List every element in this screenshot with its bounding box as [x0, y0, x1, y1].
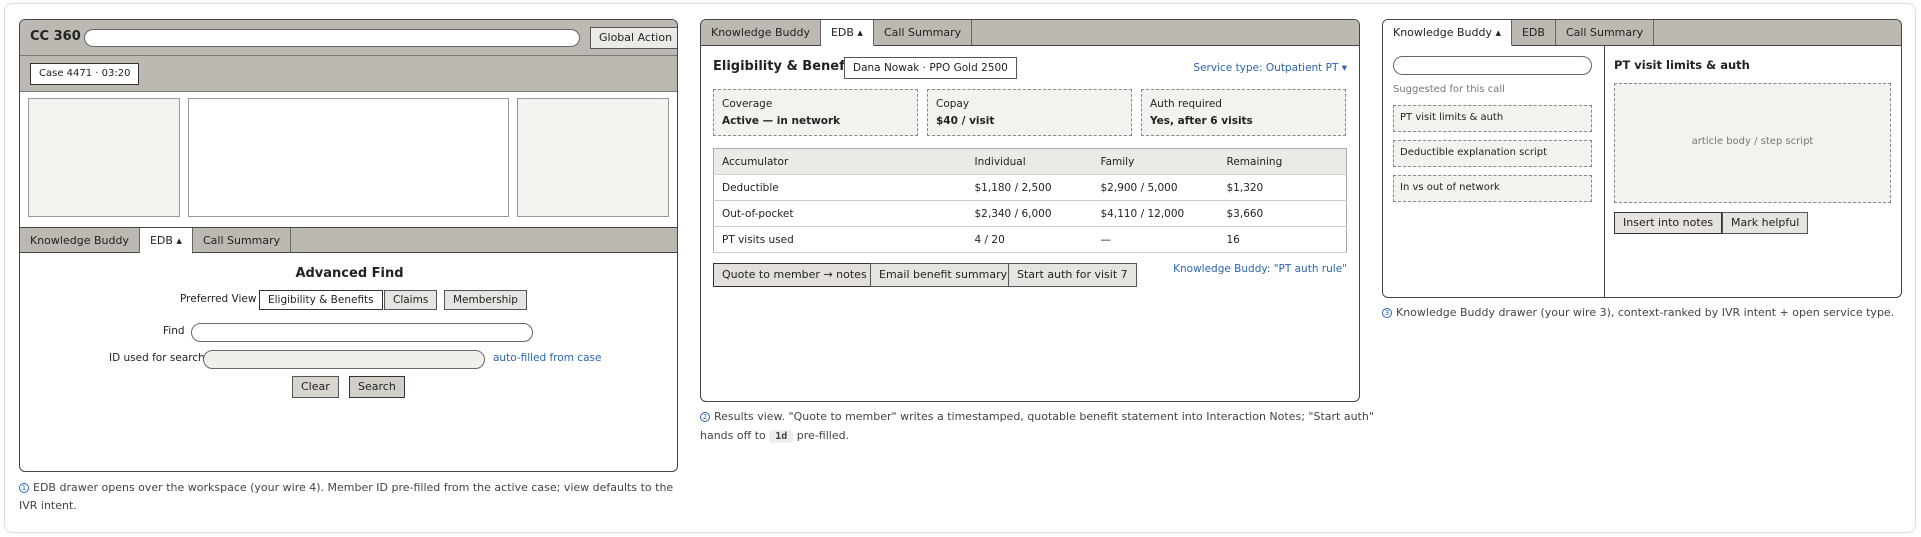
copay-value: $40 / visit [936, 115, 995, 127]
service-type-dropdown[interactable]: Service type: Outpatient PT ▾ [1193, 62, 1347, 74]
drawer-tab-bar: Knowledge Buddy ▴ EDB Call Summary [1383, 20, 1901, 46]
column-header: Family [1092, 148, 1219, 175]
case-badge[interactable]: Case 4471 · 03:20 [30, 63, 140, 85]
tab-edb[interactable]: EDB [1512, 20, 1556, 45]
insert-into-notes-button[interactable]: Insert into notes [1614, 212, 1723, 234]
start-auth-button[interactable]: Start auth for visit 7 [1008, 263, 1137, 287]
suggestion-label: Deductible explanation script [1400, 147, 1548, 158]
table-cell: — [1092, 226, 1219, 253]
article-body-text: article body / step script [1691, 136, 1814, 147]
table-cell: $1,180 / 2,500 [966, 174, 1093, 201]
tab-call-summary[interactable]: Call Summary [1556, 20, 1655, 45]
kb-divider [1604, 46, 1605, 297]
step-number-icon: 1 [19, 483, 29, 493]
quote-to-member-button[interactable]: Quote to member → notes [713, 263, 876, 287]
caption-2: 2 Results view. "Quote to member" writes … [700, 408, 1374, 446]
coverage-value: Active — in network [722, 115, 841, 127]
copay-card: Copay $40 / visit [927, 89, 1132, 136]
step-number-icon: 3 [1382, 308, 1392, 318]
suggested-label: Suggested for this call [1393, 84, 1505, 95]
search-button[interactable]: Search [349, 376, 405, 398]
email-benefit-summary-button[interactable]: Email benefit summary [870, 263, 1017, 287]
edb-results-wireframe: Knowledge Buddy EDB ▴ Call Summary Eligi… [700, 19, 1360, 402]
table-cell: $1,320 [1218, 174, 1347, 201]
kb-search-input[interactable] [1393, 56, 1592, 75]
article-body-placeholder: article body / step script [1614, 83, 1891, 203]
accumulator-table: Accumulator Individual Family Remaining … [713, 148, 1347, 253]
table-cell: $3,660 [1218, 200, 1347, 227]
preferred-view-label: Preferred View [180, 293, 257, 305]
table-cell: $2,340 / 6,000 [966, 200, 1093, 227]
caption-2-line-2b: pre-filled. [796, 429, 850, 442]
eligibility-title: Eligibility & Benefits [713, 59, 863, 74]
find-label: Find [163, 325, 185, 337]
table-cell: Deductible [713, 174, 967, 201]
tab-call-summary[interactable]: Call Summary [193, 228, 292, 253]
workspace-right-pane [517, 98, 669, 217]
column-header: Remaining [1218, 148, 1347, 175]
tab-edb[interactable]: EDB ▴ [820, 20, 874, 46]
column-header: Individual [966, 148, 1093, 175]
app-title: CC 360 [30, 29, 81, 44]
global-search-input[interactable] [84, 29, 580, 47]
table-cell: PT visits used [713, 226, 967, 253]
tab-knowledge-buddy[interactable]: Knowledge Buddy ▴ [1383, 20, 1512, 46]
tab-knowledge-buddy[interactable]: Knowledge Buddy [20, 228, 140, 253]
autofill-note: auto-filled from case [493, 352, 602, 364]
step-number-icon: 2 [700, 412, 710, 422]
table-row: PT visits used 4 / 20 — 16 [713, 226, 1347, 253]
suggestion-item[interactable]: In vs out of network [1393, 175, 1592, 202]
auth-required-value: Yes, after 6 visits [1150, 115, 1253, 127]
caption-1-text: EDB drawer opens over the workspace (you… [19, 481, 674, 512]
caption-3-text: Knowledge Buddy drawer (your wire 3), co… [1396, 306, 1895, 319]
table-cell: Out-of-pocket [713, 200, 967, 227]
clear-button[interactable]: Clear [292, 376, 339, 398]
drawer-tab-bar: Knowledge Buddy EDB ▴ Call Summary [701, 20, 1359, 46]
find-input[interactable] [191, 323, 533, 342]
handoff-code: 1d [769, 430, 794, 443]
tab-knowledge-buddy[interactable]: Knowledge Buddy [701, 20, 821, 45]
member-badge[interactable]: Dana Nowak · PPO Gold 2500 [844, 57, 1017, 79]
suggestion-label: PT visit limits & auth [1400, 112, 1504, 123]
table-cell: 4 / 20 [966, 226, 1093, 253]
global-action-button[interactable]: Global Action [590, 27, 677, 49]
view-claims-button[interactable]: Claims [384, 290, 438, 310]
table-header-row: Accumulator Individual Family Remaining [713, 148, 1347, 175]
tab-edb[interactable]: EDB ▴ [139, 228, 193, 254]
column-header: Accumulator [713, 148, 967, 175]
suggestion-label: In vs out of network [1400, 182, 1500, 193]
view-eligibility-button[interactable]: Eligibility & Benefits [259, 290, 383, 310]
auth-required-card: Auth required Yes, after 6 visits [1141, 89, 1346, 136]
table-row: Out-of-pocket $2,340 / 6,000 $4,110 / 12… [713, 200, 1347, 227]
caption-2-line-2a: hands off to [700, 429, 766, 442]
caption-1: 1 EDB drawer opens over the workspace (yo… [19, 479, 679, 515]
suggestion-item[interactable]: Deductible explanation script [1393, 140, 1592, 167]
tab-call-summary[interactable]: Call Summary [874, 20, 973, 45]
case-bar: Case 4471 · 03:20 [20, 56, 677, 92]
knowledge-buddy-link[interactable]: Knowledge Buddy: "PT auth rule" [1173, 263, 1347, 275]
app-header: CC 360 Global Action [20, 20, 677, 56]
auth-required-label: Auth required [1150, 98, 1222, 110]
advanced-find-title: Advanced Find [295, 266, 404, 281]
mark-helpful-button[interactable]: Mark helpful [1722, 212, 1809, 234]
cc360-workspace-wireframe: CC 360 Global Action Case 4471 · 03:20 K… [19, 19, 678, 472]
table-cell: 16 [1218, 226, 1347, 253]
table-cell: $2,900 / 5,000 [1092, 174, 1219, 201]
workspace-center-pane [188, 98, 509, 217]
copay-label: Copay [936, 98, 970, 110]
coverage-card: Coverage Active — in network [713, 89, 918, 136]
view-membership-button[interactable]: Membership [444, 290, 527, 310]
coverage-label: Coverage [722, 98, 773, 110]
id-used-for-search-label: ID used for search [109, 352, 205, 364]
workspace-left-pane [28, 98, 180, 217]
article-title: PT visit limits & auth [1614, 58, 1750, 72]
member-id-input[interactable] [203, 350, 485, 369]
caption-2-line-1: Results view. "Quote to member" writes a… [714, 410, 1374, 423]
table-row: Deductible $1,180 / 2,500 $2,900 / 5,000… [713, 174, 1347, 201]
knowledge-buddy-wireframe: Knowledge Buddy ▴ EDB Call Summary Sugge… [1382, 19, 1902, 298]
caption-3: 3 Knowledge Buddy drawer (your wire 3), c… [1382, 304, 1912, 322]
suggestion-item[interactable]: PT visit limits & auth [1393, 105, 1592, 132]
table-cell: $4,110 / 12,000 [1092, 200, 1219, 227]
drawer-tab-bar: Knowledge Buddy EDB ▴ Call Summary [20, 227, 677, 254]
